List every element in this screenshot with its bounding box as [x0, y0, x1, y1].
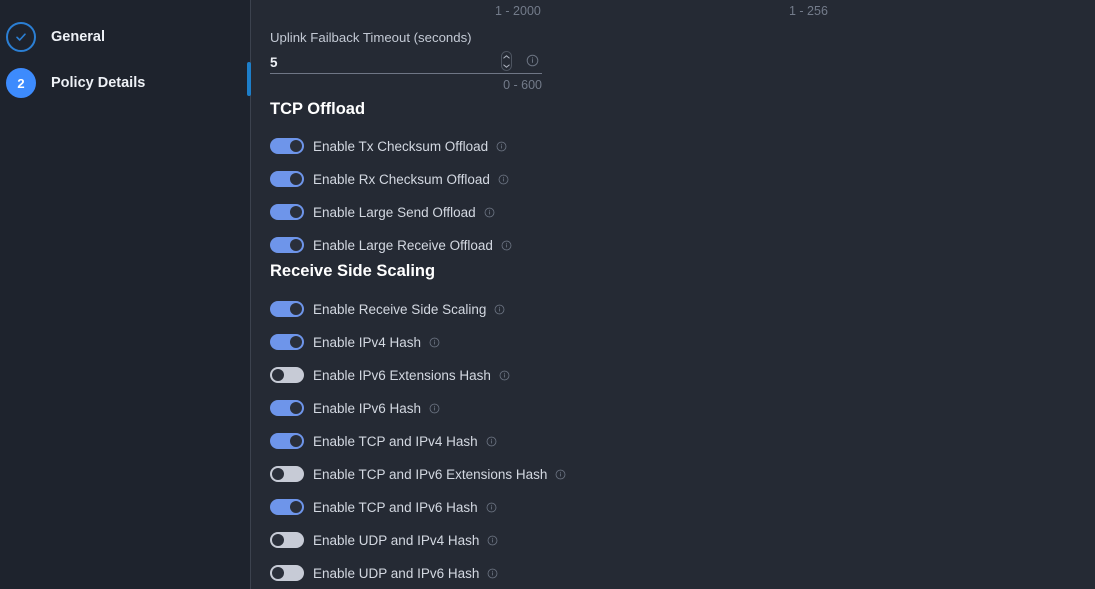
toggle-row[interactable]: Enable UDP and IPv4 Hash: [270, 530, 498, 550]
toggle-label: Enable Rx Checksum Offload: [313, 171, 490, 187]
wizard-step-label: Policy Details: [51, 75, 146, 91]
toggle-label: Enable Large Send Offload: [313, 204, 476, 220]
toggle-switch[interactable]: [270, 171, 304, 187]
info-icon[interactable]: [498, 174, 509, 185]
info-icon[interactable]: [555, 469, 566, 480]
info-icon[interactable]: [501, 240, 512, 251]
toggle-label: Enable UDP and IPv6 Hash: [313, 565, 480, 581]
toggle-label: Enable IPv4 Hash: [313, 334, 422, 350]
toggle-switch[interactable]: [270, 138, 304, 154]
info-icon[interactable]: [496, 141, 507, 152]
toggle-label: Enable TCP and IPv6 Hash: [313, 499, 478, 515]
toggle-row[interactable]: Enable TCP and IPv6 Hash: [270, 497, 497, 517]
toggle-label: Enable IPv6 Hash: [313, 400, 422, 416]
info-icon[interactable]: [486, 502, 497, 513]
info-icon[interactable]: [526, 54, 539, 72]
info-icon[interactable]: [487, 568, 498, 579]
toggle-row[interactable]: Enable TCP and IPv6 Extensions Hash: [270, 464, 566, 484]
toggle-switch[interactable]: [270, 400, 304, 416]
toggle-label: Enable IPv6 Extensions Hash: [313, 367, 491, 383]
field-label: Uplink Failback Timeout (seconds): [270, 30, 472, 45]
info-icon[interactable]: [494, 304, 505, 315]
toggle-switch[interactable]: [270, 433, 304, 449]
info-icon[interactable]: [484, 207, 495, 218]
toggle-row[interactable]: Enable UDP and IPv6 Hash: [270, 563, 498, 583]
toggle-label: Enable Tx Checksum Offload: [313, 138, 489, 154]
field-range-hint: 0 - 600: [503, 78, 542, 92]
toggle-row[interactable]: Enable Large Send Offload: [270, 202, 495, 222]
toggle-row[interactable]: Enable Tx Checksum Offload: [270, 136, 507, 156]
number-spinner-icon[interactable]: [501, 51, 512, 71]
toggle-row[interactable]: Enable Rx Checksum Offload: [270, 169, 509, 189]
toggle-switch[interactable]: [270, 565, 304, 581]
check-circle-icon: [6, 22, 36, 52]
info-icon[interactable]: [429, 337, 440, 348]
step-number-label: 2: [17, 75, 25, 91]
info-icon[interactable]: [429, 403, 440, 414]
toggle-label: Enable Large Receive Offload: [313, 237, 493, 253]
toggle-row[interactable]: Enable Receive Side Scaling: [270, 299, 505, 319]
step-number-badge: 2: [6, 68, 36, 98]
wizard-step-label: General: [51, 29, 105, 45]
toggle-switch[interactable]: [270, 301, 304, 317]
toggle-row[interactable]: Enable IPv4 Hash: [270, 332, 440, 352]
toggle-switch[interactable]: [270, 532, 304, 548]
toggle-row[interactable]: Enable IPv6 Hash: [270, 398, 440, 418]
policy-details-content: 1 - 2000 1 - 256 Uplink Failback Timeout…: [251, 0, 1095, 589]
wizard-step-general[interactable]: General: [0, 21, 105, 53]
toggle-switch[interactable]: [270, 334, 304, 350]
toggle-row[interactable]: Enable TCP and IPv4 Hash: [270, 431, 497, 451]
toggle-row[interactable]: Enable IPv6 Extensions Hash: [270, 365, 510, 385]
toggle-switch[interactable]: [270, 204, 304, 220]
toggle-row[interactable]: Enable Large Receive Offload: [270, 235, 512, 255]
info-icon[interactable]: [499, 370, 510, 381]
toggle-switch[interactable]: [270, 237, 304, 253]
toggle-switch[interactable]: [270, 367, 304, 383]
toggle-switch[interactable]: [270, 499, 304, 515]
wizard-steps-panel: General 2 Policy Details: [0, 0, 250, 589]
range-hint: 1 - 256: [789, 4, 828, 18]
range-hint: 1 - 2000: [495, 4, 541, 18]
toggle-label: Enable TCP and IPv6 Extensions Hash: [313, 466, 548, 482]
section-title-receive-side-scaling: Receive Side Scaling: [270, 262, 436, 280]
toggle-label: Enable TCP and IPv4 Hash: [313, 433, 478, 449]
wizard-step-policy-details[interactable]: 2 Policy Details: [0, 67, 145, 99]
info-icon[interactable]: [486, 436, 497, 447]
number-input-row[interactable]: 5: [270, 51, 542, 74]
info-icon[interactable]: [487, 535, 498, 546]
toggle-switch[interactable]: [270, 466, 304, 482]
toggle-label: Enable Receive Side Scaling: [313, 301, 487, 317]
section-title-tcp-offload: TCP Offload: [270, 100, 366, 118]
uplink-failback-timeout-field: Uplink Failback Timeout (seconds) 5 0 - …: [270, 30, 542, 92]
toggle-label: Enable UDP and IPv4 Hash: [313, 532, 480, 548]
settings-wizard-screen: General 2 Policy Details 1 - 2000 1 - 25…: [0, 0, 1095, 589]
